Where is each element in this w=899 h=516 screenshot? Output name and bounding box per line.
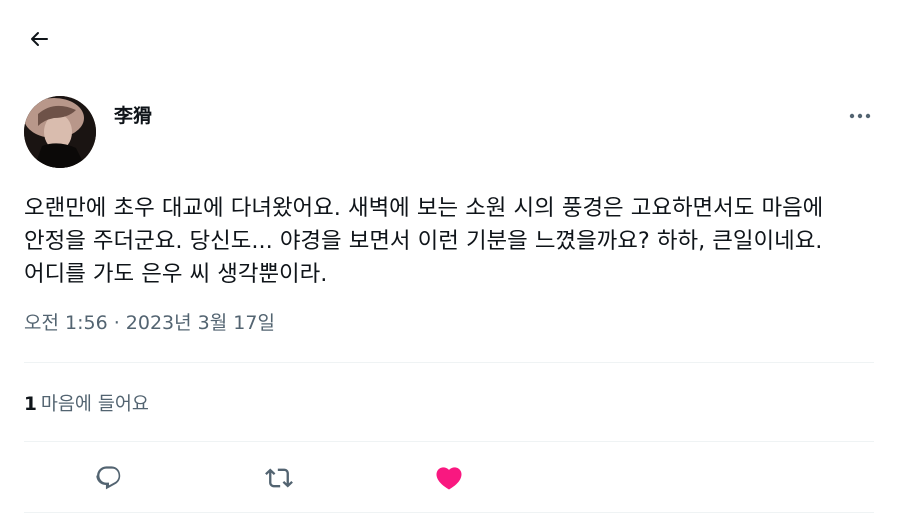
arrow-left-icon [31,32,48,46]
avatar-image [24,96,96,168]
more-horizontal-icon [849,113,871,119]
more-options-button[interactable] [844,104,876,128]
author-name[interactable]: 李猾 [114,101,152,128]
likes-link[interactable]: 1 마음에 들어요 [24,390,149,416]
likes-label: 마음에 들어요 [40,394,149,415]
like-button[interactable] [430,460,468,496]
back-button[interactable] [20,22,58,56]
divider [24,362,874,363]
avatar[interactable] [24,96,96,168]
reply-button[interactable] [90,460,128,496]
retweet-icon [265,468,293,488]
divider [24,512,874,513]
heart-icon [436,467,462,490]
timestamp[interactable]: 오전 1:56 · 2023년 3월 17일 [24,308,275,335]
likes-count: 1 [24,394,37,415]
divider [24,441,874,442]
tweet-text: 오랜만에 초우 대교에 다녀왔어요. 새벽에 보는 소원 시의 풍경은 고요하면… [24,195,824,287]
reply-icon [96,466,121,490]
retweet-button[interactable] [260,460,298,496]
